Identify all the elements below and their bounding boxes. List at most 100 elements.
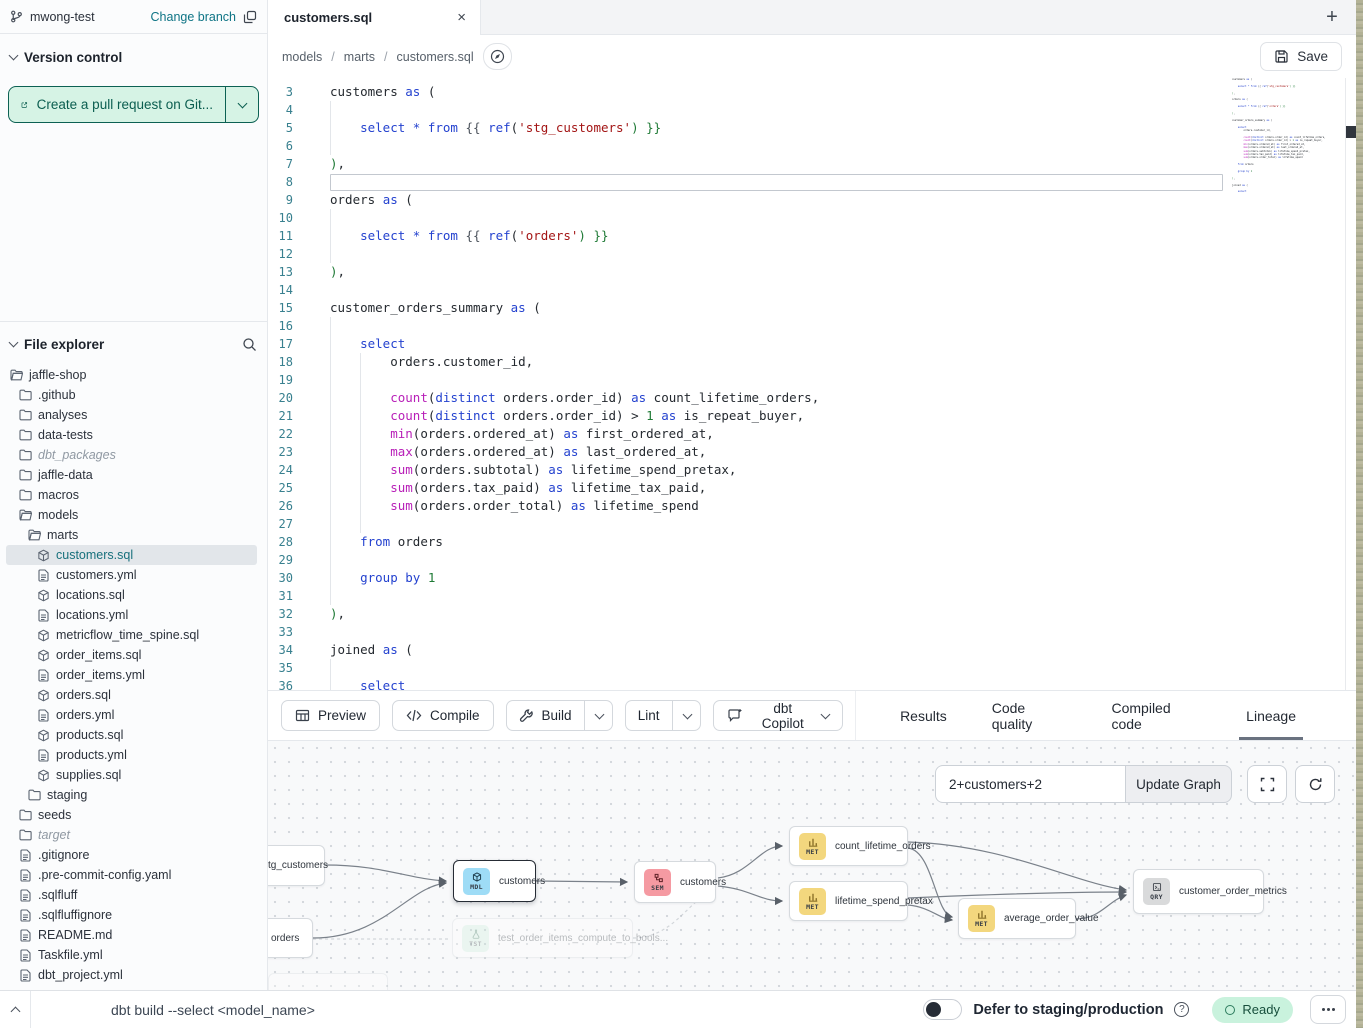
file-tree-item-jaffle-data[interactable]: jaffle-data: [0, 465, 267, 485]
collapse-panel-button[interactable]: [0, 1005, 30, 1015]
create-pr-button[interactable]: Create a pull request on Git...: [9, 87, 226, 122]
file-tree-item-taskfile-yml[interactable]: Taskfile.yml: [0, 945, 267, 965]
file-tree-item-macros[interactable]: macros: [0, 485, 267, 505]
file-tree-item-order-items-sql[interactable]: order_items.sql: [0, 645, 267, 665]
change-branch-link[interactable]: Change branch: [151, 10, 236, 24]
code-line-30[interactable]: 30 group by 1: [268, 569, 1236, 587]
code-line-33[interactable]: 33: [268, 623, 1236, 641]
file-tree-item-analyses[interactable]: analyses: [0, 405, 267, 425]
code-line-18[interactable]: 18 orders.customer_id,: [268, 353, 1236, 371]
update-graph-button[interactable]: Update Graph: [1125, 765, 1232, 803]
lineage-selector-input[interactable]: [935, 765, 1125, 803]
lineage-node-average_order_value[interactable]: METaverage_order_value: [958, 898, 1076, 939]
lint-options-caret[interactable]: [672, 701, 702, 730]
lineage-node-customers-semantic[interactable]: SEMcustomers: [634, 861, 716, 903]
file-tree-item-orders-sql[interactable]: orders.sql: [0, 685, 267, 705]
save-button[interactable]: Save: [1260, 42, 1342, 71]
file-tree-item-order-items-yml[interactable]: order_items.yml: [0, 665, 267, 685]
file-tree-item--gitignore[interactable]: .gitignore: [0, 845, 267, 865]
lint-button[interactable]: Lint: [626, 701, 672, 730]
code-line-25[interactable]: 25 sum(orders.tax_paid) as lifetime_tax_…: [268, 479, 1236, 497]
close-icon[interactable]: ×: [457, 10, 466, 25]
editor-scrollbar[interactable]: [1345, 78, 1356, 690]
file-tree-item-jaffle-shop[interactable]: jaffle-shop: [0, 365, 267, 385]
new-tab-button[interactable]: +: [1308, 0, 1356, 34]
refresh-button[interactable]: [1295, 765, 1335, 803]
file-explorer-header[interactable]: File explorer: [0, 327, 267, 361]
lineage-node-stg_customers[interactable]: stg_customers: [268, 845, 325, 886]
code-line-27[interactable]: 27: [268, 515, 1236, 533]
help-icon[interactable]: ?: [1174, 1002, 1189, 1017]
file-tree-item--github[interactable]: .github: [0, 385, 267, 405]
file-tree-item-seeds[interactable]: seeds: [0, 805, 267, 825]
file-tree-item-dbt-packages[interactable]: dbt_packages: [0, 445, 267, 465]
breadcrumb-models[interactable]: models: [282, 50, 322, 64]
file-tree-item-locations-yml[interactable]: locations.yml: [0, 605, 267, 625]
code-line-17[interactable]: 17 select: [268, 335, 1236, 353]
file-tree-item-customers-sql[interactable]: customers.sql: [0, 545, 267, 565]
code-editor[interactable]: 3customers as (45 select * from {{ ref('…: [268, 78, 1356, 690]
code-line-6[interactable]: 6: [268, 137, 1236, 155]
code-line-20[interactable]: 20 count(distinct orders.order_id) as co…: [268, 389, 1236, 407]
code-line-16[interactable]: 16: [268, 317, 1236, 335]
file-tree-item-customers-yml[interactable]: customers.yml: [0, 565, 267, 585]
copy-icon[interactable]: [243, 10, 257, 24]
version-control-header[interactable]: Version control: [0, 42, 267, 72]
search-icon[interactable]: [242, 337, 257, 352]
panel-tab-compiled-code[interactable]: Compiled code: [1111, 691, 1201, 740]
code-line-31[interactable]: 31: [268, 587, 1236, 605]
file-tree-item-data-tests[interactable]: data-tests: [0, 425, 267, 445]
file-tree-item--pre-commit-config-yaml[interactable]: .pre-commit-config.yaml: [0, 865, 267, 885]
file-tree-item-orders-yml[interactable]: orders.yml: [0, 705, 267, 725]
code-line-19[interactable]: 19: [268, 371, 1236, 389]
code-line-21[interactable]: 21 count(distinct orders.order_id) > 1 a…: [268, 407, 1236, 425]
code-line-13[interactable]: 13),: [268, 263, 1236, 281]
fullscreen-button[interactable]: [1247, 765, 1287, 803]
file-tree-item-marts[interactable]: marts: [0, 525, 267, 545]
scrollbar-thumb[interactable]: [1346, 126, 1356, 138]
file-tree-item-products-yml[interactable]: products.yml: [0, 745, 267, 765]
lineage-node-orders[interactable]: orders: [268, 918, 313, 958]
defer-toggle[interactable]: [923, 999, 962, 1020]
code-lines[interactable]: 3customers as (45 select * from {{ ref('…: [268, 83, 1236, 690]
lineage-node-customer_order_metrics[interactable]: QRYcustomer_order_metrics: [1133, 869, 1264, 914]
code-line-5[interactable]: 5 select * from {{ ref('stg_customers') …: [268, 119, 1236, 137]
code-line-34[interactable]: 34joined as (: [268, 641, 1236, 659]
file-tree-item-metricflow-time-spine-sql[interactable]: metricflow_time_spine.sql: [0, 625, 267, 645]
panel-tab-code-quality[interactable]: Code quality: [992, 691, 1067, 740]
code-line-8[interactable]: 8: [268, 173, 1236, 191]
file-tree-item-target[interactable]: target: [0, 825, 267, 845]
lineage-node-lifetime_spend_pretax[interactable]: METlifetime_spend_pretax: [789, 881, 908, 921]
file-tree-item-readme-md[interactable]: README.md: [0, 925, 267, 945]
file-tree-item--sqlfluffignore[interactable]: .sqlfluffignore: [0, 905, 267, 925]
code-line-29[interactable]: 29: [268, 551, 1236, 569]
breadcrumb-marts[interactable]: marts: [344, 50, 375, 64]
compile-button[interactable]: Compile: [392, 700, 494, 731]
file-tree-item-dbt-project-yml[interactable]: dbt_project.yml: [0, 965, 267, 985]
code-line-15[interactable]: 15customer_orders_summary as (: [268, 299, 1236, 317]
panel-tab-results[interactable]: Results: [900, 691, 947, 740]
build-options-caret[interactable]: [584, 701, 613, 730]
code-line-7[interactable]: 7),: [268, 155, 1236, 173]
file-tree-item-models[interactable]: models: [0, 505, 267, 525]
file-tree-item-supplies-sql[interactable]: supplies.sql: [0, 765, 267, 785]
code-line-28[interactable]: 28 from orders: [268, 533, 1236, 551]
file-tree-item-staging[interactable]: staging: [0, 785, 267, 805]
code-line-36[interactable]: 36 select: [268, 677, 1236, 690]
tab-customers-sql[interactable]: customers.sql ×: [268, 0, 481, 35]
file-tree-item--sqlfluff[interactable]: .sqlfluff: [0, 885, 267, 905]
file-tree-item-products-sql[interactable]: products.sql: [0, 725, 267, 745]
lineage-node-customers-model[interactable]: MDLcustomers: [453, 860, 536, 902]
preview-button[interactable]: Preview: [281, 700, 380, 731]
code-line-12[interactable]: 12: [268, 245, 1236, 263]
code-line-9[interactable]: 9orders as (: [268, 191, 1236, 209]
code-line-10[interactable]: 10: [268, 209, 1236, 227]
lineage-node-test-order-items[interactable]: TSTtest_order_items_compute_to_bools...: [452, 918, 633, 958]
build-button[interactable]: Build: [507, 701, 584, 730]
explore-lineage-button[interactable]: [483, 43, 512, 70]
lineage-node-count_lifetime_orders[interactable]: METcount_lifetime_orders: [789, 826, 908, 866]
dbt-copilot-button[interactable]: dbt Copilot: [713, 700, 843, 731]
code-line-22[interactable]: 22 min(orders.ordered_at) as first_order…: [268, 425, 1236, 443]
code-line-4[interactable]: 4: [268, 101, 1236, 119]
code-line-26[interactable]: 26 sum(orders.order_total) as lifetime_s…: [268, 497, 1236, 515]
